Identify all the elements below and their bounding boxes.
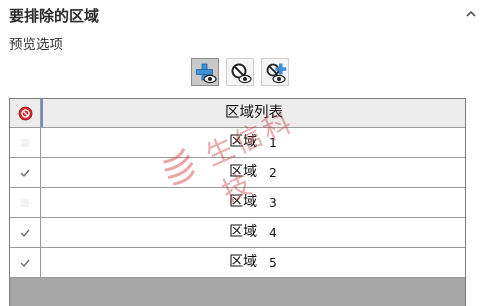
preview-options-label: 预览选项: [9, 37, 63, 53]
hide-preview-icon: [231, 63, 252, 84]
exclude-regions-panel: 要排除的区域 预览选项 区域列表 区域 1 区域 2 区域 3 区域 4 区域 …: [0, 0, 486, 306]
row-checkbox[interactable]: [10, 188, 41, 217]
show-preview-button[interactable]: [261, 58, 289, 86]
table-row[interactable]: 区域 1: [10, 128, 465, 158]
table-row[interactable]: 区域 4: [10, 218, 465, 248]
region-number: 1: [269, 136, 277, 150]
add-preview-icon: [196, 63, 217, 84]
region-number: 3: [269, 196, 277, 210]
column-header-region-list[interactable]: 区域列表: [41, 99, 465, 127]
region-number: 5: [269, 256, 277, 270]
table-row[interactable]: 区域 3: [10, 188, 465, 218]
table-header-row: 区域列表: [10, 98, 465, 128]
header-check-cell[interactable]: [10, 99, 41, 127]
region-name-cell: 区域 3: [41, 188, 465, 217]
region-label: 区域: [229, 134, 258, 150]
checkmark-icon: [20, 169, 30, 178]
region-label: 区域: [229, 254, 258, 270]
panel-header[interactable]: 要排除的区域: [0, 0, 486, 32]
row-checkbox[interactable]: [10, 128, 41, 157]
region-label: 区域: [229, 224, 258, 240]
add-preview-button[interactable]: [191, 58, 219, 86]
region-name-cell: 区域 1: [41, 128, 465, 157]
hide-preview-button[interactable]: [226, 58, 254, 86]
preview-toolbar: [0, 58, 486, 88]
collapse-chevron-icon[interactable]: [464, 6, 478, 20]
table-row[interactable]: 区域 5: [10, 248, 465, 278]
region-number: 4: [269, 226, 277, 240]
empty-check-icon: [21, 139, 29, 147]
checkmark-icon: [20, 259, 30, 268]
row-checkbox[interactable]: [10, 218, 41, 247]
panel-title: 要排除的区域: [9, 7, 100, 25]
row-checkbox[interactable]: [10, 248, 41, 277]
region-name-cell: 区域 5: [41, 248, 465, 277]
table-row[interactable]: 区域 2: [10, 158, 465, 188]
empty-check-icon: [21, 199, 29, 207]
region-label: 区域: [229, 194, 258, 210]
region-label: 区域: [229, 164, 258, 180]
checkmark-icon: [20, 229, 30, 238]
region-name-cell: 区域 2: [41, 158, 465, 187]
region-name-cell: 区域 4: [41, 218, 465, 247]
row-checkbox[interactable]: [10, 158, 41, 187]
region-list-table: 区域列表 区域 1 区域 2 区域 3 区域 4 区域 5: [9, 98, 466, 306]
show-preview-icon: [266, 63, 287, 84]
region-number: 2: [269, 166, 277, 180]
exclude-icon: [18, 106, 33, 121]
